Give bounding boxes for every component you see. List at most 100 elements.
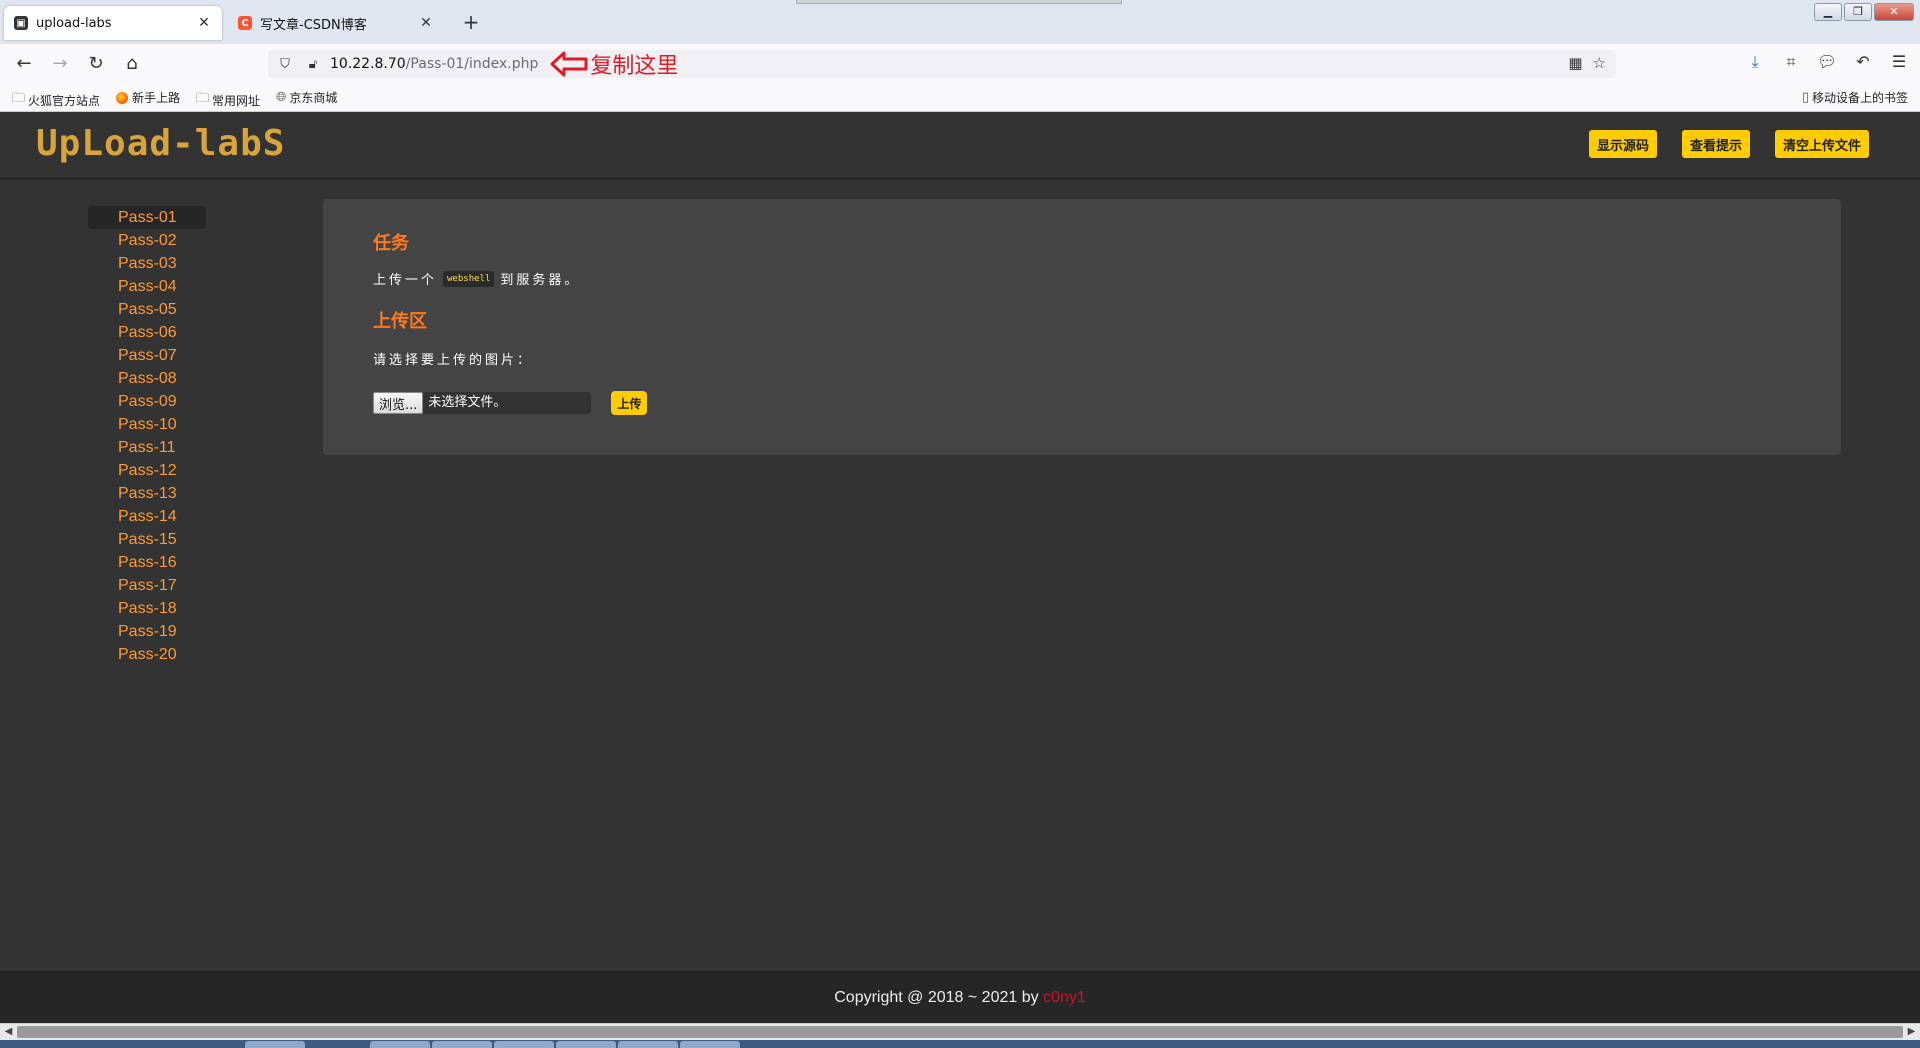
annotation-arrow-icon — [550, 51, 588, 77]
sidebar-item-pass-09[interactable]: Pass-09 — [88, 390, 206, 413]
firefox-icon — [116, 91, 128, 104]
sidebar-item-pass-05[interactable]: Pass-05 — [88, 298, 206, 321]
download-icon[interactable]: ⤓ — [1744, 52, 1766, 72]
bookmark-item[interactable]: 新手上路 — [116, 89, 180, 106]
browser-nav-bar: ← → ↻ ⌂ ⛉ 🔓︎ 10.22.8.70/Pass-01/index.ph… — [0, 44, 1920, 84]
taskbar-item[interactable] — [494, 1041, 554, 1048]
scroll-left-icon[interactable]: ◀ — [0, 1024, 17, 1040]
sidebar-item-pass-13[interactable]: Pass-13 — [88, 482, 206, 505]
upload-title: 上传区 — [373, 311, 427, 332]
bookmark-label: 常用网址 — [212, 93, 261, 108]
forward-arrow-icon[interactable]: → — [48, 52, 72, 76]
scroll-right-icon[interactable]: ▶ — [1903, 1024, 1920, 1040]
task-text-before: 上传一个 — [373, 273, 438, 288]
undo-icon[interactable]: ↶ — [1852, 52, 1874, 72]
view-hint-button[interactable]: 查看提示 — [1682, 130, 1751, 158]
annotation-text: 复制这里 — [590, 54, 679, 79]
os-taskbar — [0, 1040, 1920, 1048]
selected-file-name[interactable]: 未选择文件。 — [423, 392, 592, 414]
crop-icon[interactable]: ⌗ — [1780, 52, 1802, 72]
sidebar-item-pass-10[interactable]: Pass-10 — [88, 413, 206, 436]
taskbar-item[interactable] — [432, 1041, 492, 1048]
folder-icon: 🗀 — [12, 91, 26, 106]
taskbar-item[interactable] — [245, 1041, 305, 1048]
pass-sidebar: Pass-01 Pass-02 Pass-03 Pass-04 Pass-05 Pass-… — [88, 206, 206, 666]
sidebar-item-pass-15[interactable]: Pass-15 — [88, 528, 206, 551]
browser-tab-bar: ▣ upload-labs ✕ C 写文章-CSDN博客 ✕ + ▁ ❐ ✕ — [0, 0, 1920, 44]
close-tab-icon[interactable]: ✕ — [196, 15, 212, 31]
back-arrow-icon[interactable]: ← — [12, 52, 36, 76]
qr-code-icon[interactable]: ▦ — [1568, 54, 1582, 72]
sidebar-item-pass-03[interactable]: Pass-03 — [88, 252, 206, 275]
shield-icon[interactable]: ⛉ — [274, 57, 296, 72]
sidebar-item-pass-01[interactable]: Pass-01 — [88, 206, 206, 229]
task-title: 任务 — [373, 233, 409, 254]
page-footer: Copyright @ 2018 ~ 2021 by c0ny1 — [0, 971, 1920, 1023]
bookmark-label: 移动设备上的书签 — [1811, 91, 1908, 105]
sidebar-item-pass-08[interactable]: Pass-08 — [88, 367, 206, 390]
sidebar-item-pass-16[interactable]: Pass-16 — [88, 551, 206, 574]
taskbar-item[interactable] — [556, 1041, 616, 1048]
window-controls: ▁ ❐ ✕ — [1814, 3, 1914, 21]
sidebar-item-pass-19[interactable]: Pass-19 — [88, 620, 206, 643]
bookmark-item[interactable]: 🗀 常用网址 — [196, 89, 260, 111]
minimize-icon[interactable]: ▁ — [1814, 3, 1842, 21]
author-link[interactable]: c0ny1 — [1043, 989, 1086, 1006]
insecure-lock-icon[interactable]: 🔓︎ — [302, 57, 324, 72]
url-host: 10.22.8.70 — [330, 56, 406, 72]
upload-form: 浏览... 未选择文件。 上传 — [373, 391, 648, 415]
bookmark-label: 火狐官方站点 — [28, 93, 101, 108]
task-code: webshell — [443, 270, 495, 287]
sidebar-item-pass-11[interactable]: Pass-11 — [88, 436, 206, 459]
upload-submit-button[interactable]: 上传 — [611, 391, 648, 415]
sidebar-item-pass-04[interactable]: Pass-04 — [88, 275, 206, 298]
sidebar-item-pass-18[interactable]: Pass-18 — [88, 597, 206, 620]
upload-labs-favicon-icon: ▣ — [14, 16, 28, 30]
home-icon[interactable]: ⌂ — [120, 52, 144, 76]
bookmark-star-icon[interactable]: ☆ — [1593, 54, 1606, 72]
reload-icon[interactable]: ↻ — [84, 52, 108, 76]
show-source-button[interactable]: 显示源码 — [1589, 130, 1658, 158]
url-text[interactable]: 10.22.8.70/Pass-01/index.php — [330, 56, 538, 72]
taskbar-item[interactable] — [370, 1041, 430, 1048]
sidebar-item-pass-14[interactable]: Pass-14 — [88, 505, 206, 528]
window-close-icon[interactable]: ✕ — [1874, 3, 1914, 21]
task-text-after: 到服务器。 — [500, 273, 581, 288]
address-bar[interactable]: ⛉ 🔓︎ 10.22.8.70/Pass-01/index.php 复制这里 ▦… — [268, 48, 1616, 80]
toolbar-actions: ⤓ ⌗ 💬︎ ↶ ☰ — [1744, 52, 1910, 72]
new-tab-icon[interactable]: + — [458, 10, 484, 34]
sidebar-item-pass-17[interactable]: Pass-17 — [88, 574, 206, 597]
bookmark-item[interactable]: 🌐︎ 京东商城 — [276, 89, 337, 106]
close-tab-icon[interactable]: ✕ — [418, 15, 434, 31]
main-panel: 任务 上传一个 webshell 到服务器。 上传区 请选择要上传的图片： 浏览… — [323, 199, 1841, 455]
folder-icon: 🗀 — [196, 91, 210, 106]
clear-uploads-button[interactable]: 清空上传文件 — [1775, 130, 1870, 158]
tab-title: upload-labs — [36, 15, 112, 31]
browse-file-button[interactable]: 浏览... — [373, 392, 424, 414]
sidebar-item-pass-07[interactable]: Pass-07 — [88, 344, 206, 367]
site-logo[interactable]: UpLoad-labS — [36, 123, 285, 164]
page-header: UpLoad-labS 显示源码 查看提示 清空上传文件 — [0, 113, 1920, 179]
sidebar-item-pass-12[interactable]: Pass-12 — [88, 459, 206, 482]
mobile-bookmarks[interactable]: ▯ 移动设备上的书签 — [1802, 89, 1908, 106]
menu-icon[interactable]: ☰ — [1888, 52, 1910, 72]
bookmark-label: 京东商城 — [289, 91, 338, 105]
floating-panel-edge — [796, 0, 1122, 4]
mobile-device-icon: ▯ — [1801, 90, 1809, 105]
restore-icon[interactable]: ❐ — [1844, 3, 1872, 21]
horizontal-scrollbar[interactable]: ◀ ▶ — [0, 1023, 1920, 1040]
chat-icon[interactable]: 💬︎ — [1816, 52, 1838, 72]
bookmark-item[interactable]: 🗀 火狐官方站点 — [12, 89, 100, 111]
taskbar-item[interactable] — [680, 1041, 740, 1048]
sidebar-item-pass-02[interactable]: Pass-02 — [88, 229, 206, 252]
scrollbar-thumb[interactable] — [17, 1026, 1903, 1038]
tab-csdn[interactable]: C 写文章-CSDN博客 ✕ — [228, 6, 444, 40]
taskbar-item[interactable] — [618, 1041, 678, 1048]
address-bar-actions: ▦ ☆ — [1568, 54, 1606, 72]
tab-upload-labs[interactable]: ▣ upload-labs ✕ — [4, 6, 222, 40]
bookmark-label: 新手上路 — [132, 91, 181, 105]
sidebar-item-pass-20[interactable]: Pass-20 — [88, 643, 206, 666]
annotation: 复制这里 — [550, 48, 678, 80]
globe-icon: 🌐︎ — [276, 90, 287, 105]
sidebar-item-pass-06[interactable]: Pass-06 — [88, 321, 206, 344]
